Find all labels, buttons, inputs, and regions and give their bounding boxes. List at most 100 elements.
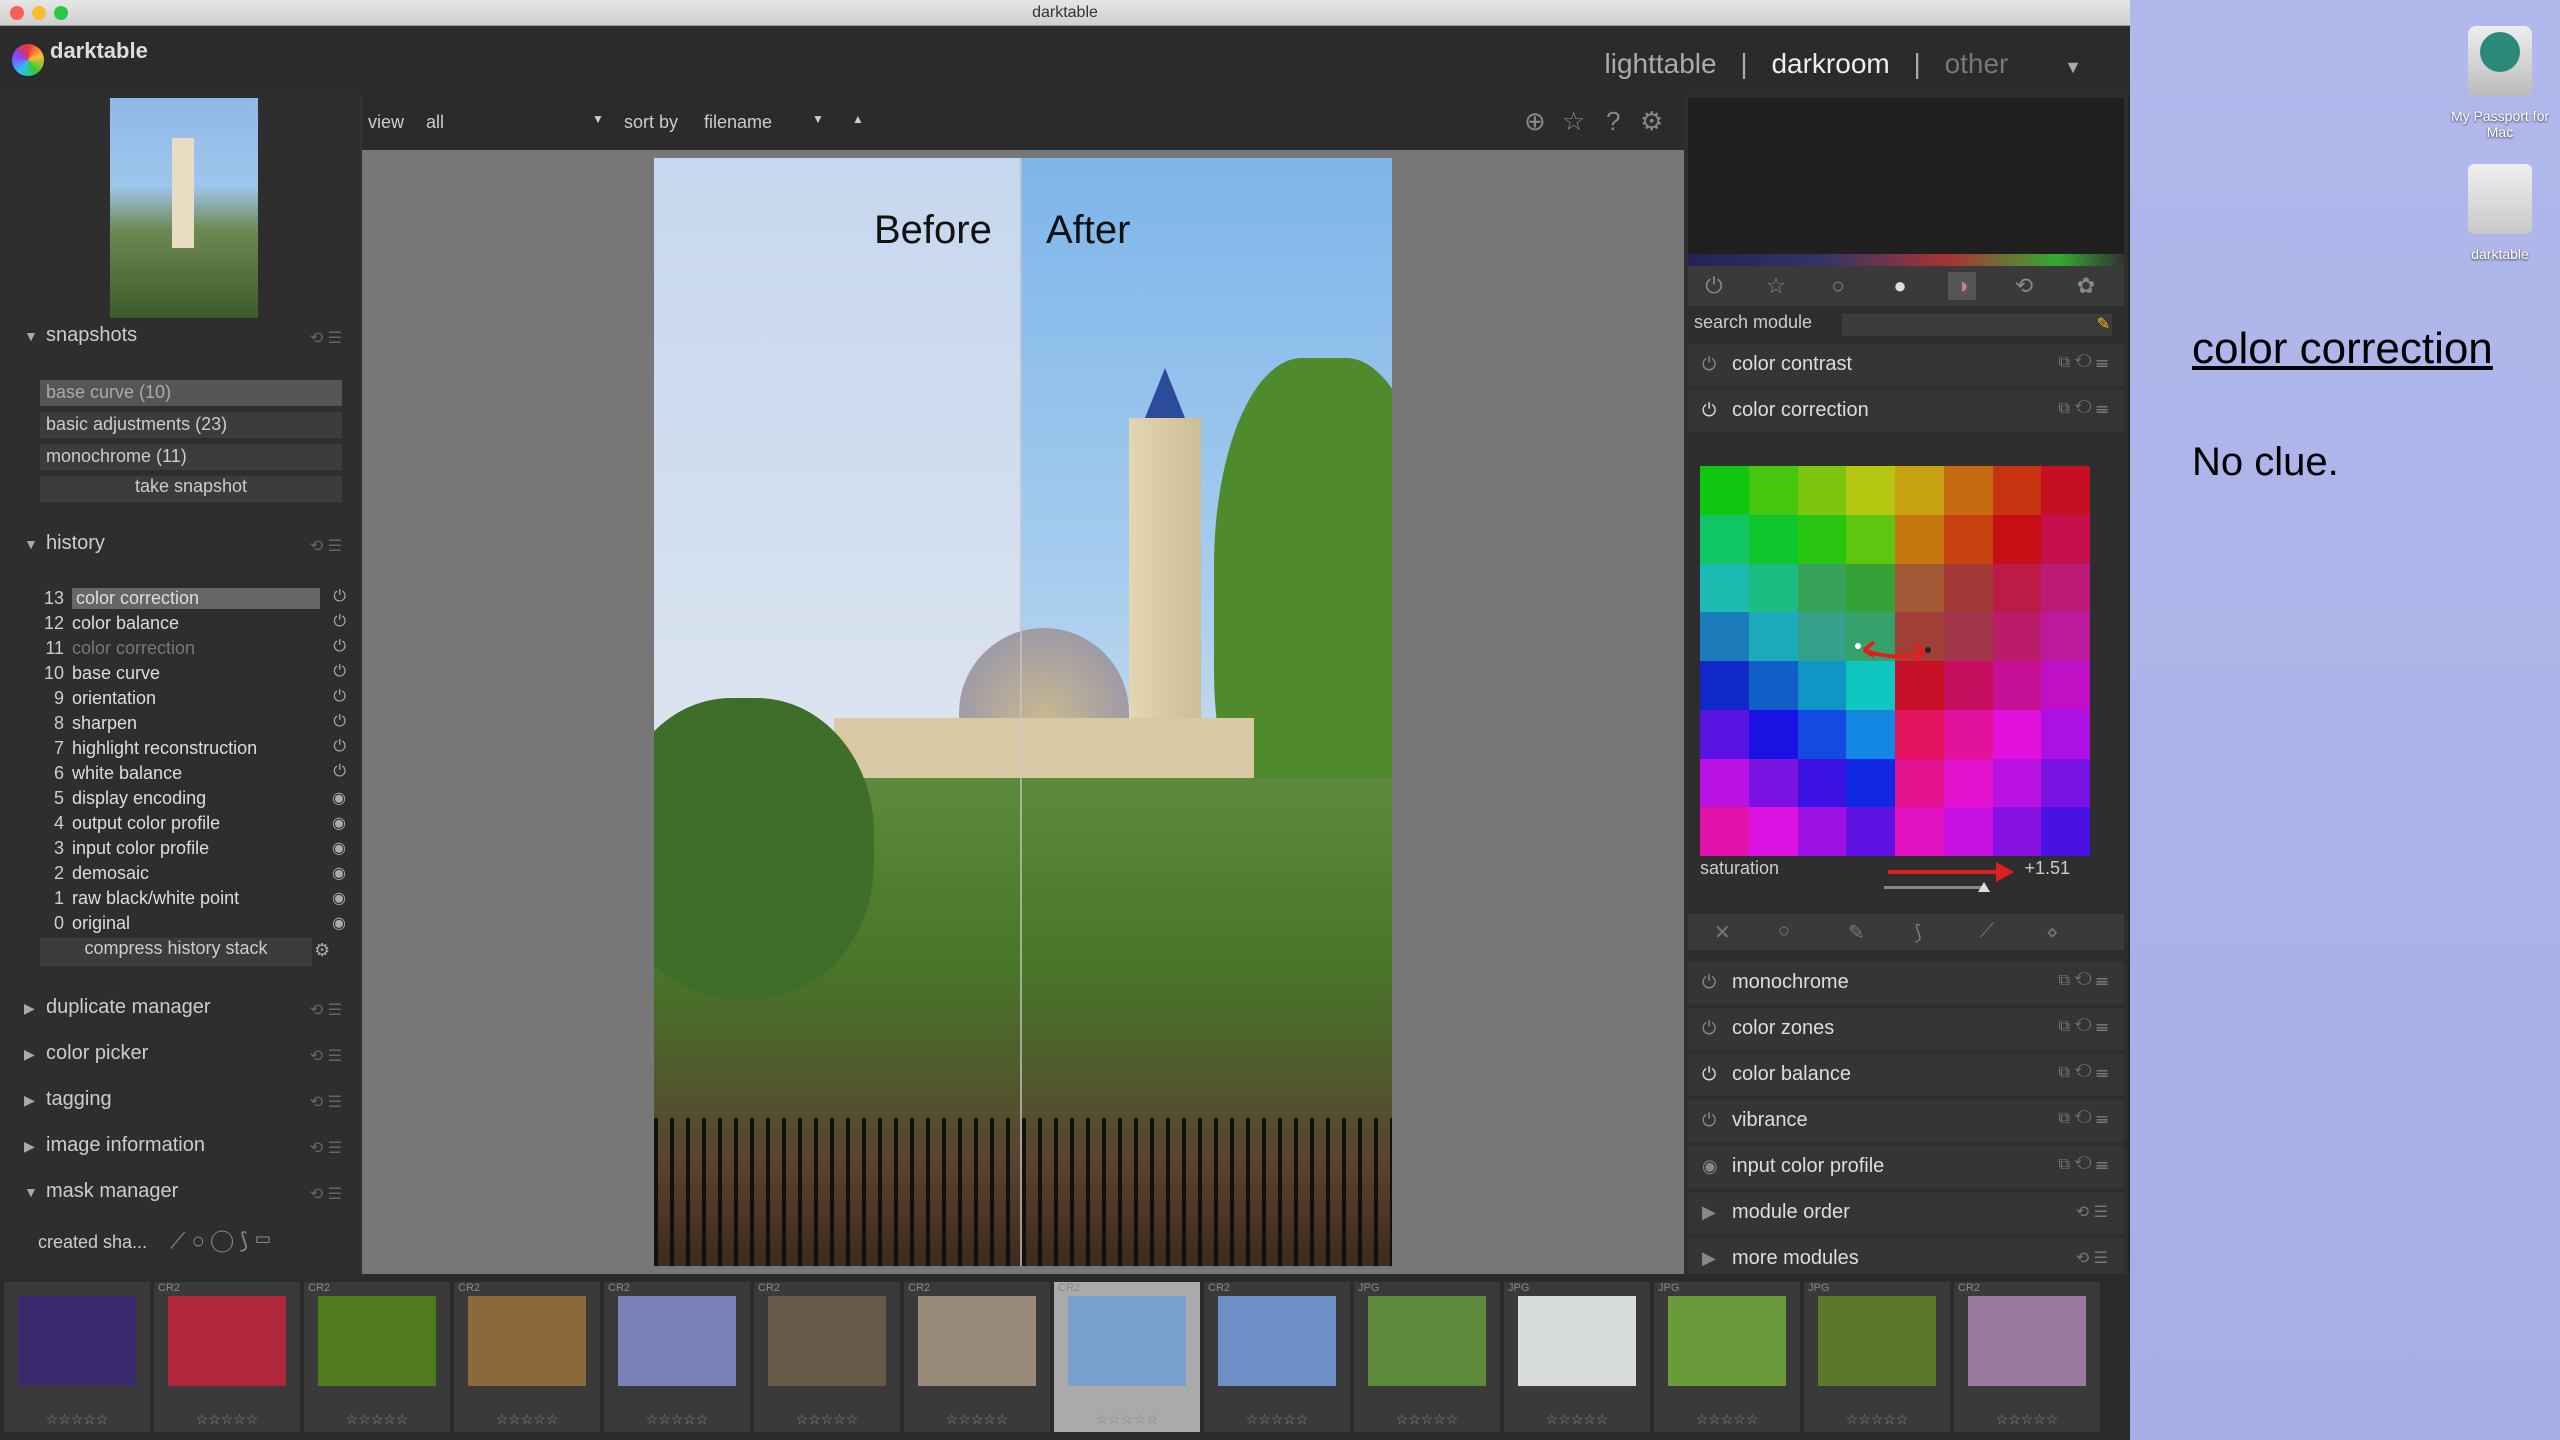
mask-shape-tools-icons[interactable]: ⟋ ○ ◯ ⟆ ▭ [170, 1228, 272, 1254]
rating-stars[interactable]: ☆☆☆☆☆ [1654, 1411, 1800, 1428]
filmstrip-thumbnail[interactable]: CR2 ☆☆☆☆☆ [754, 1282, 900, 1432]
filmstrip-thumbnail[interactable]: CR2 ☆☆☆☆☆ [454, 1282, 600, 1432]
module-row[interactable]: ⏻ vibrance ⧉ ⟲ ☰ [1688, 1100, 2124, 1142]
power-icon[interactable]: ⏻ [1702, 1018, 1716, 1039]
clear-search-icon[interactable]: ✎ [2097, 314, 2110, 334]
module-header-icons[interactable]: ⟲ ☰ [310, 1000, 342, 1020]
rating-stars[interactable]: ☆☆☆☆☆ [304, 1411, 450, 1428]
highlight-point[interactable] [1925, 647, 1931, 653]
rating-stars[interactable]: ☆☆☆☆☆ [1954, 1411, 2100, 1428]
desktop-drive-darktable[interactable]: darktable [2450, 164, 2550, 262]
module-header-icons[interactable]: ⟲ ☰ [310, 1046, 342, 1066]
left-module-header[interactable]: ▶ tagging [24, 1088, 112, 1111]
snapshot-item[interactable]: base curve (10) [40, 380, 342, 406]
module-controls-icons[interactable]: ⧉ ⟲ ☰ [2059, 1064, 2108, 1082]
filmstrip-thumbnail[interactable]: JPG ☆☆☆☆☆ [1804, 1282, 1950, 1432]
power-icon[interactable]: ◉ [1702, 1156, 1718, 1177]
history-item[interactable]: 4 output color profile ◉ [36, 813, 346, 837]
module-controls-icons[interactable]: ⟲ ☰ [2076, 1202, 2108, 1222]
saturation-slider[interactable]: saturation +1.51 [1700, 858, 2120, 898]
take-snapshot-button[interactable]: take snapshot [40, 476, 342, 502]
module-controls-icons[interactable]: ⧉ ⟲ ☰ [2059, 1018, 2108, 1036]
module-row[interactable]: ⏻ color balance ⧉ ⟲ ☰ [1688, 1054, 2124, 1096]
module-row[interactable]: ⏻ monochrome ⧉ ⟲ ☰ [1688, 962, 2124, 1004]
module-controls-icons[interactable]: ⧉ ⟲ ☰ [2059, 354, 2108, 372]
filmstrip-thumbnail[interactable]: CR2 ☆☆☆☆☆ [1204, 1282, 1350, 1432]
base-circle-icon[interactable]: ○ [1824, 272, 1852, 300]
module-color-correction[interactable]: ⏻ color correction ⧉ ⟲ ☰ [1688, 390, 2124, 432]
power-icon[interactable]: ⏻ [1702, 400, 1716, 421]
filmstrip-thumbnail[interactable]: CR2 ☆☆☆☆☆ [1054, 1282, 1200, 1432]
help-icon[interactable]: ? [1606, 106, 1620, 137]
gear-icon[interactable]: ⚙ [1640, 106, 1663, 137]
history-header-icons[interactable]: ⟲ ☰ [310, 536, 342, 556]
module-controls-icons[interactable]: ⧉ ⟲ ☰ [2059, 1156, 2108, 1174]
effects-icon[interactable]: ✿ [2072, 272, 2100, 300]
off-icon[interactable]: ✕ [1714, 920, 1731, 945]
view-other[interactable]: other [1945, 48, 2009, 79]
rating-stars[interactable]: ☆☆☆☆☆ [4, 1411, 150, 1428]
power-icon[interactable]: ⏻ [1700, 272, 1728, 300]
module-header-icons[interactable]: ⟲ ☰ [310, 1138, 342, 1158]
view-darkroom[interactable]: darkroom [1771, 48, 1889, 79]
left-module-header[interactable]: ▼ mask manager [24, 1180, 178, 1203]
saturation-track[interactable] [1884, 886, 1984, 889]
rating-stars[interactable]: ☆☆☆☆☆ [1504, 1411, 1650, 1428]
module-controls-icons[interactable]: ⧉ ⟲ ☰ [2059, 972, 2108, 990]
histogram[interactable] [1688, 98, 2124, 266]
raster-mask-icon[interactable]: ⋄ [2046, 920, 2059, 945]
correct-icon[interactable]: ⟲ [2010, 272, 2038, 300]
uniform-icon[interactable]: ○ [1778, 920, 1790, 943]
filmstrip-thumbnail[interactable]: CR2 ☆☆☆☆☆ [904, 1282, 1050, 1432]
saturation-handle[interactable] [1978, 882, 1990, 892]
color-correction-grid[interactable] [1700, 466, 2091, 857]
power-icon[interactable]: ⏻ [1702, 1064, 1716, 1085]
rating-stars[interactable]: ☆☆☆☆☆ [604, 1411, 750, 1428]
snapshot-item[interactable]: monochrome (11) [40, 444, 342, 470]
module-controls-icons[interactable]: ⟲ ☰ [2076, 1248, 2108, 1268]
main-image[interactable]: Before After [654, 158, 1392, 1266]
navigation-thumbnail[interactable] [110, 98, 258, 318]
history-item[interactable]: 12 color balance ⏻ [36, 613, 346, 637]
history-item[interactable]: 10 base curve ⏻ [36, 663, 346, 687]
module-row[interactable]: ◉ input color profile ⧉ ⟲ ☰ [1688, 1146, 2124, 1188]
view-filter-select[interactable]: all [426, 112, 606, 133]
favorites-star-icon[interactable]: ☆ [1762, 272, 1790, 300]
left-module-header[interactable]: ▶ duplicate manager [24, 996, 211, 1019]
filmstrip-thumbnail[interactable]: JPG ☆☆☆☆☆ [1354, 1282, 1500, 1432]
filmstrip-thumbnail[interactable]: JPG ☆☆☆☆☆ [1504, 1282, 1650, 1432]
drawn-mask-icon[interactable]: ✎ [1848, 920, 1865, 945]
history-item[interactable]: 2 demosaic ◉ [36, 863, 346, 887]
rating-stars[interactable]: ☆☆☆☆☆ [1804, 1411, 1950, 1428]
search-module-input[interactable] [1842, 314, 2112, 336]
filmstrip-thumbnail[interactable]: CR2 ☆☆☆☆☆ [604, 1282, 750, 1432]
module-row[interactable]: ⏻ color zones ⧉ ⟲ ☰ [1688, 1008, 2124, 1050]
parametric-mask-icon[interactable]: ⟆ [1914, 920, 1922, 945]
power-icon[interactable]: ⏻ [1702, 354, 1716, 375]
color-group-icon[interactable]: ◑ [1948, 272, 1976, 300]
snapshots-header[interactable]: ▼ snapshots [24, 324, 137, 347]
desktop-drive-my-passport[interactable]: My Passport for Mac [2450, 26, 2550, 140]
power-icon[interactable]: ⏻ [1702, 1110, 1716, 1131]
compress-history-button[interactable]: compress history stack [40, 938, 312, 966]
module-controls-icons[interactable]: ⧉ ⟲ ☰ [2059, 400, 2108, 418]
rating-stars[interactable]: ☆☆☆☆☆ [1354, 1411, 1500, 1428]
grouping-icon[interactable]: ⊕ [1524, 106, 1546, 137]
history-item[interactable]: 13 color correction ⏻ [36, 588, 346, 612]
rating-stars[interactable]: ☆☆☆☆☆ [1204, 1411, 1350, 1428]
history-header[interactable]: ▼ history [24, 532, 105, 555]
star-icon[interactable]: ☆ [1562, 106, 1585, 137]
chevron-down-icon[interactable]: ▼ [592, 112, 604, 126]
power-icon[interactable]: ⏻ [1702, 972, 1716, 993]
filmstrip-thumbnail[interactable]: CR2 ☆☆☆☆☆ [304, 1282, 450, 1432]
filmstrip-thumbnail[interactable]: CR2 ☆☆☆☆☆ [1954, 1282, 2100, 1432]
filmstrip-thumbnail[interactable]: ☆☆☆☆☆ [4, 1282, 150, 1432]
history-item[interactable]: 9 orientation ⏻ [36, 688, 346, 712]
compress-options-icon[interactable]: ⚙ [314, 940, 330, 961]
sort-direction-icon[interactable]: ▲ [852, 112, 864, 126]
shadow-point[interactable] [1855, 643, 1861, 649]
history-item[interactable]: 8 sharpen ⏻ [36, 713, 346, 737]
history-item[interactable]: 3 input color profile ◉ [36, 838, 346, 862]
rating-stars[interactable]: ☆☆☆☆☆ [1054, 1411, 1200, 1428]
history-item[interactable]: 5 display encoding ◉ [36, 788, 346, 812]
